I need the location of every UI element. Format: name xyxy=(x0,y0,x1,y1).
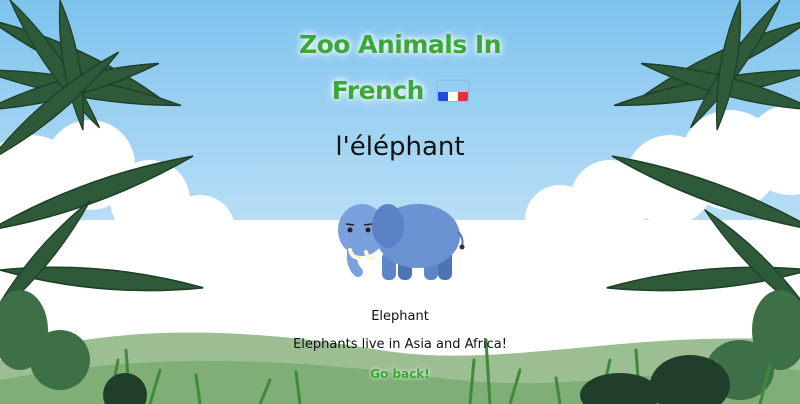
go-back-link[interactable]: Go back! xyxy=(340,367,460,381)
flag-stripe-blue xyxy=(438,92,449,101)
animal-fact: Elephants live in Asia and Africa! xyxy=(293,337,507,352)
page-title: Zoo Animals In French xyxy=(250,22,550,114)
flag-stripe-white xyxy=(448,92,459,101)
main-content: Zoo Animals In French l'éléphant Elephan… xyxy=(0,0,800,404)
elephant-illustration xyxy=(338,204,465,280)
english-animal-name: Elephant xyxy=(371,309,429,324)
title-text: Zoo Animals In French xyxy=(298,30,502,105)
french-animal-name: l'éléphant xyxy=(335,132,465,162)
french-flag-icon xyxy=(438,81,469,101)
flag-stripe-red xyxy=(458,92,469,101)
